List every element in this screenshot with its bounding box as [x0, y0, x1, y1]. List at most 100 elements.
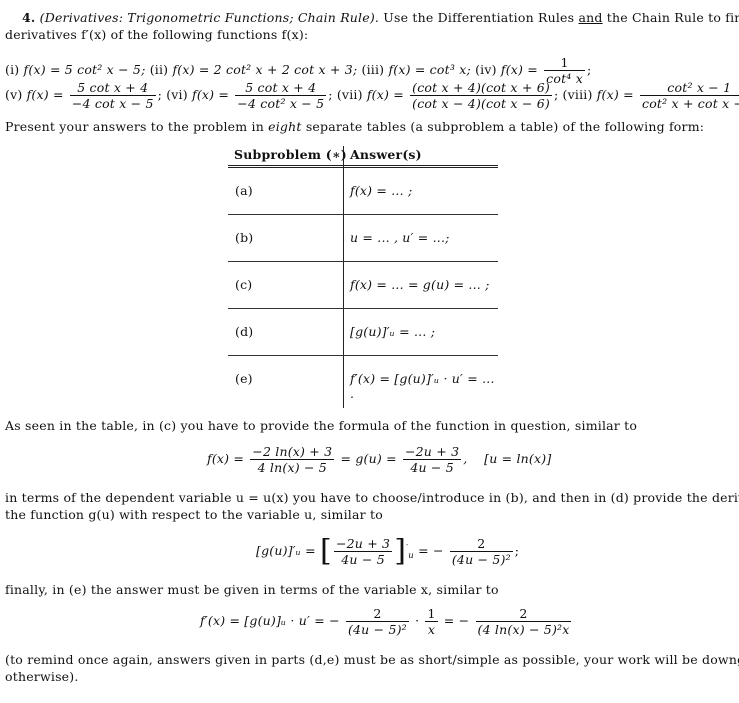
eq2-numerator-1: −2u + 3	[333, 536, 393, 552]
table-cell-subproblem: (d)	[235, 324, 254, 339]
function-vi-label: (vi)	[166, 87, 188, 102]
function-v-fraction: 5 cot x + 4 −4 cot x − 5	[69, 80, 156, 111]
table-cell-subproblem: (e)	[235, 371, 253, 386]
eq3-fraction-1: 2 (4u − 5)²	[345, 606, 409, 637]
table-header-answers: Answer(s)	[350, 147, 422, 162]
eq1-lhs: f(x) =	[207, 451, 245, 466]
function-vi-denominator: −4 cot² x − 5	[237, 96, 325, 111]
function-vi-lhs: f(x) =	[192, 87, 230, 102]
table-cell-answer: u = ... , u′ = ...;	[350, 230, 450, 245]
present-eight: eight	[268, 119, 302, 134]
function-vii-denominator: (cot x − 4)(cot x − 6)	[412, 96, 550, 111]
explain-line-6: otherwise).	[5, 669, 79, 684]
problem-topic: (Derivatives: Trigonometric Functions; C…	[39, 10, 380, 25]
explain-line-5: (to remind once again, answers given in …	[5, 652, 739, 667]
eq1-mid: = g(u) =	[340, 451, 397, 466]
explain-line-2: in terms of the dependent variable u = u…	[5, 490, 739, 505]
table-cell-subproblem: (a)	[235, 183, 253, 198]
example-equation-e: f′(x) = [g(u)]ᵤ · u′ = − 2 (4u − 5)² · 1…	[200, 606, 573, 637]
eq1-fraction-2: −2u + 3 4u − 5	[402, 444, 462, 475]
function-ii-expr: f(x) = 2 cot² x + 2 cot x + 3;	[172, 62, 358, 77]
function-v-numerator: 5 cot x + 4	[69, 80, 156, 96]
eq2-denominator-2: (4u − 5)²	[451, 552, 511, 567]
eq3-denominator-2: x	[427, 622, 436, 637]
function-iii-label: (iii)	[361, 62, 385, 77]
eq3-mid: = −	[443, 613, 470, 628]
eq3-numerator-1: 2	[345, 606, 409, 622]
eq3-denominator-3: (4 ln(x) − 5)²x	[477, 622, 570, 637]
intro-and-underlined: and	[578, 10, 603, 25]
problem-intro-line-1: 4. (Derivatives: Trigonometric Functions…	[22, 10, 739, 25]
function-vii-label: (vii)	[336, 87, 363, 102]
eq2-lhs: [g(u)]′ᵤ =	[256, 543, 316, 558]
table-cell-answer: f′(x) = [g(u)]′ᵤ · u′ = ... .	[350, 371, 495, 401]
function-iii-expr: f(x) = cot³ x;	[388, 62, 471, 77]
function-viii-label: (viii)	[562, 87, 593, 102]
intro-text-a: Use the Differentiation Rules	[383, 10, 575, 25]
function-vii-numerator: (cot x + 4)(cot x + 6)	[410, 80, 552, 96]
function-viii-denominator: cot² x + cot x − 2	[642, 96, 739, 111]
eq1-tail: , [u = ln(x)]	[463, 451, 552, 466]
eq2-fraction-1: −2u + 3 4u − 5	[333, 536, 393, 567]
eq2-mid: = −	[418, 543, 444, 558]
eq3-denominator-1: (4u − 5)²	[347, 622, 407, 637]
eq1-fraction-1: −2 ln(x) + 3 4 ln(x) − 5	[250, 444, 335, 475]
table-row: (d) [g(u)]′ᵤ = ... ;	[228, 309, 498, 356]
eq2-numerator-2: 2	[449, 536, 513, 552]
function-iv-lhs: f(x) =	[500, 62, 538, 77]
answer-template-table: Subproblem (∗) Answer(s) (a) f(x) = ... …	[228, 146, 498, 408]
table-cell-subproblem: (c)	[235, 277, 253, 292]
explain-line-1: As seen in the table, in (c) you have to…	[5, 418, 638, 433]
table-cell-answer: f(x) = ... ;	[350, 183, 413, 198]
right-bracket: ]	[394, 533, 407, 569]
eq2-fraction-2: 2 (4u − 5)²	[449, 536, 513, 567]
table-row: (b) u = ... , u′ = ...;	[228, 215, 498, 262]
eq3-fraction-2: 1 x	[425, 606, 438, 637]
problem-number: 4.	[22, 10, 36, 25]
table-cell-answer: [g(u)]′ᵤ = ... ;	[350, 324, 436, 339]
function-viii-numerator: cot² x − 1	[640, 80, 739, 96]
problem-intro-line-2: derivatives f′(x) of the following funct…	[5, 27, 309, 42]
function-vi-fraction: 5 cot x + 4 −4 cot² x − 5	[235, 80, 327, 111]
table-row: (c) f(x) = ... = g(u) = ... ;	[228, 262, 498, 309]
table-row: (a) f(x) = ... ;	[228, 168, 498, 215]
present-text-b: separate tables (a subproblem a table) o…	[305, 119, 705, 134]
function-vii-lhs: f(x) =	[366, 87, 404, 102]
eq3-numerator-2: 1	[425, 606, 438, 622]
eq2-subscript: u	[408, 551, 414, 561]
left-bracket: [	[320, 533, 332, 569]
eq3-dot: ·	[415, 613, 420, 628]
function-v-denominator: −4 cot x − 5	[71, 96, 154, 111]
table-cell-subproblem: (b)	[235, 230, 254, 245]
eq3-fraction-3: 2 (4 ln(x) − 5)²x	[475, 606, 572, 637]
present-instructions: Present your answers to the problem in e…	[5, 119, 704, 134]
table-cell-answer: f(x) = ... = g(u) = ... ;	[350, 277, 490, 292]
function-i-expr: f(x) = 5 cot² x − 5;	[23, 62, 146, 77]
eq1-numerator-2: −2u + 3	[402, 444, 462, 460]
function-i-label: (i)	[5, 62, 20, 77]
explain-line-3: the function g(u) with respect to the va…	[5, 507, 383, 522]
function-vi-numerator: 5 cot x + 4	[235, 80, 327, 96]
table-row: (e) f′(x) = [g(u)]′ᵤ · u′ = ... .	[228, 356, 498, 402]
eq1-denominator-2: 4u − 5	[410, 460, 454, 475]
table-header-row: Subproblem (∗) Answer(s)	[228, 146, 498, 168]
intro-text-b: the Chain Rule to find the	[606, 10, 739, 25]
function-vii-fraction: (cot x + 4)(cot x + 6) (cot x − 4)(cot x…	[410, 80, 552, 111]
eq3-lhs: f′(x) = [g(u)]ᵤ · u′ = −	[200, 613, 340, 628]
function-iv-label: (iv)	[475, 62, 497, 77]
function-iv-numerator: 1	[544, 55, 585, 71]
function-ii-label: (ii)	[149, 62, 169, 77]
function-viii-lhs: f(x) =	[596, 87, 634, 102]
eq2-tail: ;	[514, 543, 520, 558]
function-v-label: (v)	[5, 87, 23, 102]
example-equation-c: f(x) = −2 ln(x) + 3 4 ln(x) − 5 = g(u) =…	[207, 444, 551, 475]
example-equation-d: [g(u)]′ᵤ = [ −2u + 3 4u − 5 ]′u = − 2 (4…	[256, 536, 519, 567]
eq1-numerator-1: −2 ln(x) + 3	[250, 444, 335, 460]
table-header-subproblem: Subproblem (∗)	[234, 147, 347, 162]
explain-line-4: finally, in (e) the answer must be given…	[5, 582, 499, 597]
present-text-a: Present your answers to the problem in	[5, 119, 264, 134]
eq2-denominator-1: 4u − 5	[341, 552, 385, 567]
eq3-numerator-3: 2	[475, 606, 572, 622]
function-viii-fraction: cot² x − 1 cot² x + cot x − 2	[640, 80, 739, 111]
function-v-lhs: f(x) =	[26, 87, 64, 102]
